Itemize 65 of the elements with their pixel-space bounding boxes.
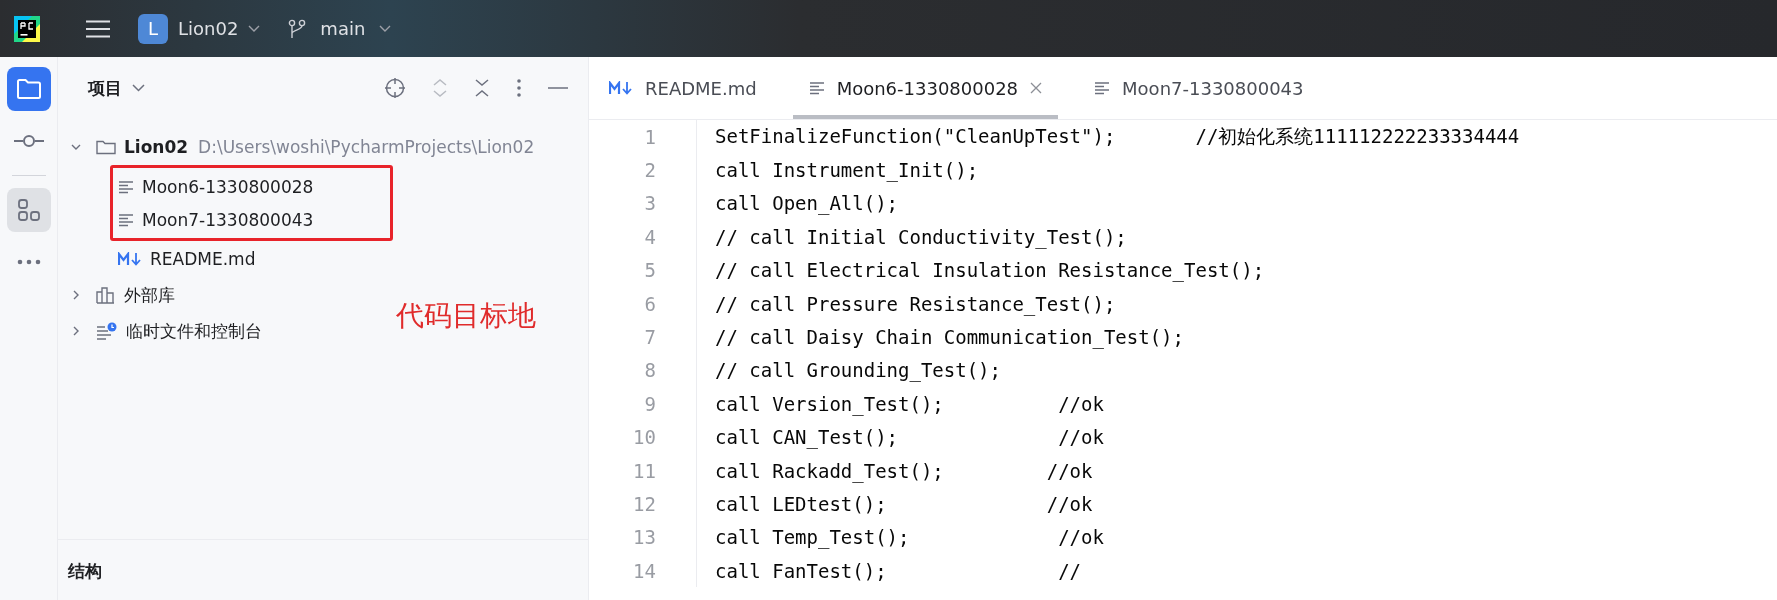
code-line: // call Initial Conductivity_Test(); — [714, 225, 1127, 248]
tree-item[interactable]: README.md — [150, 249, 256, 269]
structure-panel-title: 结构 — [68, 561, 102, 581]
app-logo-icon — [14, 15, 40, 42]
code-line: call Temp_Test(); //ok — [714, 526, 1104, 549]
tree-item[interactable]: Moon6-1330800028 — [142, 176, 314, 197]
folder-icon — [15, 78, 42, 100]
collapse-all-icon[interactable] — [474, 78, 490, 98]
text-file-icon — [118, 179, 134, 194]
project-tool-button[interactable] — [6, 67, 51, 111]
options-icon[interactable] — [516, 78, 522, 98]
editor-tab[interactable]: Moon7-1330800043 — [1078, 57, 1320, 119]
code-line: SetFinalizeFunction("CleanUpTest"); //初始化系统111112222233334444 — [714, 123, 1520, 149]
code-line: call Open_All(); — [714, 192, 899, 215]
text-file-icon — [1094, 81, 1111, 95]
line-number: 11 — [589, 453, 697, 488]
tree-item[interactable]: Lion02 — [124, 137, 189, 157]
line-number: 9 — [589, 387, 697, 421]
markdown-icon — [609, 81, 633, 95]
project-switcher[interactable]: L Lion02 — [138, 13, 261, 44]
branch-switcher[interactable]: main — [288, 18, 392, 39]
markdown-icon — [118, 252, 142, 266]
scratch-file-icon — [96, 322, 118, 340]
editor-tab[interactable]: README.md — [593, 57, 773, 119]
line-number: 4 — [589, 220, 697, 254]
code-line: call Rackadd_Test(); //ok — [714, 459, 1093, 482]
line-number: 7 — [589, 320, 697, 354]
line-number: 14 — [589, 554, 697, 588]
editor-tab[interactable]: Moon6-1330800028 — [792, 57, 1059, 119]
locate-icon[interactable] — [384, 77, 406, 99]
annotation-text: 代码目标地 — [396, 298, 536, 334]
line-number: 3 — [589, 186, 697, 221]
line-number: 8 — [589, 353, 697, 388]
tree-item[interactable]: Moon7-1330800043 — [142, 209, 314, 230]
text-file-icon — [808, 81, 825, 95]
library-icon — [96, 286, 116, 304]
code-line: call Version_Test(); //ok — [714, 392, 1104, 415]
line-number: 10 — [589, 420, 697, 454]
code-line: // call Daisy Chain Communication_Test(); — [714, 326, 1184, 349]
folder-icon — [96, 139, 116, 155]
code-line: call Instrument_Init(); — [714, 159, 979, 182]
commit-icon — [13, 134, 44, 148]
line-number: 1 — [589, 120, 697, 154]
minimize-icon[interactable] — [548, 86, 568, 90]
code-line: // call Grounding_Test(); — [714, 359, 1001, 382]
line-number: 13 — [589, 520, 697, 555]
code-line: // call Electrical Insulation Resistance_Test(); — [714, 259, 1265, 282]
code-line: call LEDtest(); //ok — [714, 493, 1093, 515]
folder-path: D:\Users\woshi\PycharmProjects\Lion02 — [198, 137, 535, 157]
structure-icon — [16, 198, 41, 222]
code-line: call FanTest(); // — [714, 559, 1082, 582]
line-number: 12 — [589, 487, 697, 521]
menu-icon[interactable] — [86, 19, 110, 38]
line-number: 6 — [589, 286, 697, 321]
code-line: call CAN_Test(); //ok — [714, 426, 1104, 449]
text-file-icon — [118, 212, 134, 227]
code-line: // call Pressure Resistance_Test(); — [714, 292, 1116, 315]
structure-tool-button[interactable] — [6, 188, 51, 232]
branch-icon — [288, 18, 307, 39]
tree-item[interactable]: 外部库 — [124, 283, 175, 307]
project-view-dropdown[interactable]: 项目 — [88, 76, 145, 100]
line-number: 5 — [589, 253, 697, 287]
tree-item[interactable]: 临时文件和控制台 — [126, 319, 262, 343]
line-number: 2 — [589, 153, 697, 187]
close-icon[interactable] — [1030, 82, 1043, 94]
